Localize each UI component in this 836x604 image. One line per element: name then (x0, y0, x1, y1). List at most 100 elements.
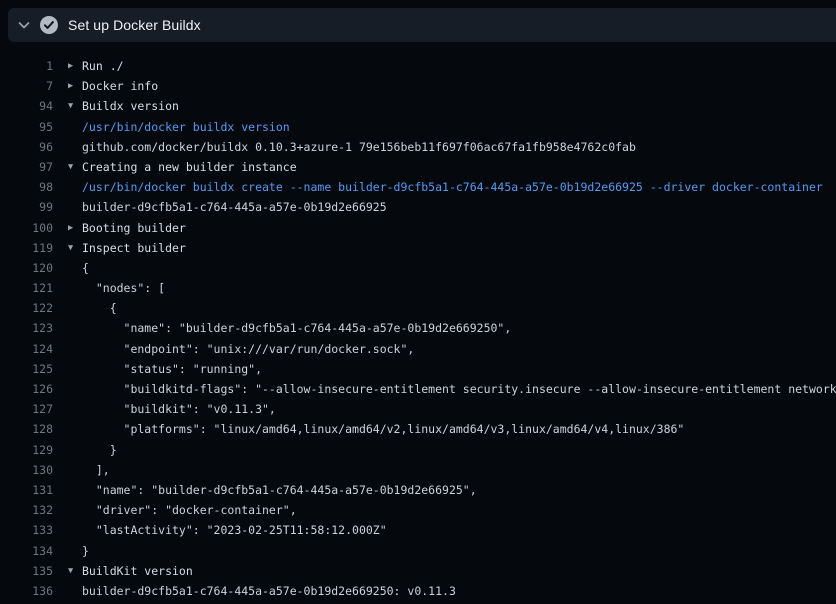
line-number[interactable]: 131 (0, 480, 53, 500)
log-row: 129 } (0, 440, 836, 460)
output-text: "lastActivity": "2023-02-25T11:58:12.000… (82, 520, 387, 540)
line-number[interactable]: 124 (0, 339, 53, 359)
output-text: "driver": "docker-container", (82, 500, 297, 520)
command-text: /usr/bin/docker buildx create --name bui… (82, 177, 823, 197)
line-number[interactable]: 96 (0, 137, 53, 157)
log-row: 130 ], (0, 460, 836, 480)
group-toggle-icon (68, 197, 82, 217)
output-text: ], (82, 460, 110, 480)
group-toggle-icon (68, 581, 82, 601)
log-row: 94 ▼ Buildx version (0, 96, 836, 116)
line-number[interactable]: 129 (0, 440, 53, 460)
group-label[interactable]: Creating a new builder instance (82, 157, 297, 177)
log-row: 98 /usr/bin/docker buildx create --name … (0, 177, 836, 197)
group-toggle-icon (68, 440, 82, 460)
group-label[interactable]: Booting builder (82, 218, 186, 238)
log-row: 119 ▼ Inspect builder (0, 238, 836, 258)
log-row: 99 builder-d9cfb5a1-c764-445a-a57e-0b19d… (0, 197, 836, 217)
group-toggle-icon (68, 399, 82, 419)
log-row: 97 ▼ Creating a new builder instance (0, 157, 836, 177)
group-toggle-icon (68, 298, 82, 318)
log-row: 124 "endpoint": "unix:///var/run/docker.… (0, 339, 836, 359)
line-number[interactable]: 130 (0, 460, 53, 480)
output-text: github.com/docker/buildx 0.10.3+azure-1 … (82, 137, 636, 157)
log-row: 123 "name": "builder-d9cfb5a1-c764-445a-… (0, 318, 836, 338)
group-label[interactable]: Buildx version (82, 96, 179, 116)
line-number[interactable]: 98 (0, 177, 53, 197)
output-text: builder-d9cfb5a1-c764-445a-a57e-0b19d2e6… (82, 197, 387, 217)
step-title: Set up Docker Buildx (68, 17, 201, 33)
line-number[interactable]: 120 (0, 258, 53, 278)
group-toggle-icon[interactable]: ▶ (68, 56, 82, 76)
output-text: "name": "builder-d9cfb5a1-c764-445a-a57e… (82, 480, 477, 500)
log-row: 1 ▶ Run ./ (0, 56, 836, 76)
group-toggle-icon (68, 379, 82, 399)
output-text: } (82, 440, 117, 460)
group-toggle-icon (68, 480, 82, 500)
log-row: 120 { (0, 258, 836, 278)
chevron-down-icon[interactable] (16, 17, 32, 33)
log-row: 100 ▶ Booting builder (0, 218, 836, 238)
line-number[interactable]: 134 (0, 541, 53, 561)
output-text: builder-d9cfb5a1-c764-445a-a57e-0b19d2e6… (82, 581, 456, 601)
group-label[interactable]: Inspect builder (82, 238, 186, 258)
output-text: "buildkitd-flags": "--allow-insecure-ent… (82, 379, 836, 399)
log-row: 136 builder-d9cfb5a1-c764-445a-a57e-0b19… (0, 581, 836, 601)
group-toggle-icon[interactable]: ▼ (68, 157, 82, 177)
line-number[interactable]: 123 (0, 318, 53, 338)
line-number[interactable]: 94 (0, 96, 53, 116)
output-text: } (82, 541, 89, 561)
log-row: 132 "driver": "docker-container", (0, 500, 836, 520)
line-number[interactable]: 119 (0, 238, 53, 258)
log-row: 126 "buildkitd-flags": "--allow-insecure… (0, 379, 836, 399)
step-header[interactable]: Set up Docker Buildx (8, 8, 836, 42)
output-text: { (82, 258, 89, 278)
line-number[interactable]: 126 (0, 379, 53, 399)
log-row: 133 "lastActivity": "2023-02-25T11:58:12… (0, 520, 836, 540)
line-number[interactable]: 133 (0, 520, 53, 540)
log-row: 7 ▶ Docker info (0, 76, 836, 96)
output-text: { (82, 298, 117, 318)
line-number[interactable]: 125 (0, 359, 53, 379)
line-number[interactable]: 95 (0, 117, 53, 137)
output-text: "nodes": [ (82, 278, 165, 298)
line-number[interactable]: 132 (0, 500, 53, 520)
log-row: 135 ▼ BuildKit version (0, 561, 836, 581)
line-number[interactable]: 127 (0, 399, 53, 419)
line-number[interactable]: 1 (0, 56, 53, 76)
line-number[interactable]: 128 (0, 419, 53, 439)
group-toggle-icon (68, 359, 82, 379)
log-row: 96 github.com/docker/buildx 0.10.3+azure… (0, 137, 836, 157)
check-circle-icon (40, 16, 58, 34)
group-toggle-icon[interactable]: ▶ (68, 76, 82, 96)
group-label[interactable]: BuildKit version (82, 561, 193, 581)
group-toggle-icon (68, 137, 82, 157)
output-text: "name": "builder-d9cfb5a1-c764-445a-a57e… (82, 318, 511, 338)
group-toggle-icon[interactable]: ▶ (68, 218, 82, 238)
group-toggle-icon[interactable]: ▼ (68, 561, 82, 581)
line-number[interactable]: 99 (0, 197, 53, 217)
command-text: /usr/bin/docker buildx version (82, 117, 290, 137)
group-label[interactable]: Run ./ (82, 56, 124, 76)
group-label[interactable]: Docker info (82, 76, 158, 96)
group-toggle-icon (68, 278, 82, 298)
group-toggle-icon (68, 520, 82, 540)
group-toggle-icon (68, 117, 82, 137)
line-number[interactable]: 121 (0, 278, 53, 298)
log-row: 131 "name": "builder-d9cfb5a1-c764-445a-… (0, 480, 836, 500)
log-row: 95 /usr/bin/docker buildx version (0, 117, 836, 137)
group-toggle-icon (68, 339, 82, 359)
output-text: "buildkit": "v0.11.3", (82, 399, 276, 419)
line-number[interactable]: 97 (0, 157, 53, 177)
group-toggle-icon[interactable]: ▼ (68, 238, 82, 258)
group-toggle-icon (68, 460, 82, 480)
output-text: "endpoint": "unix:///var/run/docker.sock… (82, 339, 414, 359)
line-number[interactable]: 122 (0, 298, 53, 318)
line-number[interactable]: 7 (0, 76, 53, 96)
line-number[interactable]: 135 (0, 561, 53, 581)
line-number[interactable]: 100 (0, 218, 53, 238)
log-row: 122 { (0, 298, 836, 318)
log-viewer: 1 ▶ Run ./ 7 ▶ Docker info 94 ▼ Buildx v… (0, 56, 836, 604)
group-toggle-icon[interactable]: ▼ (68, 96, 82, 116)
line-number[interactable]: 136 (0, 581, 53, 601)
